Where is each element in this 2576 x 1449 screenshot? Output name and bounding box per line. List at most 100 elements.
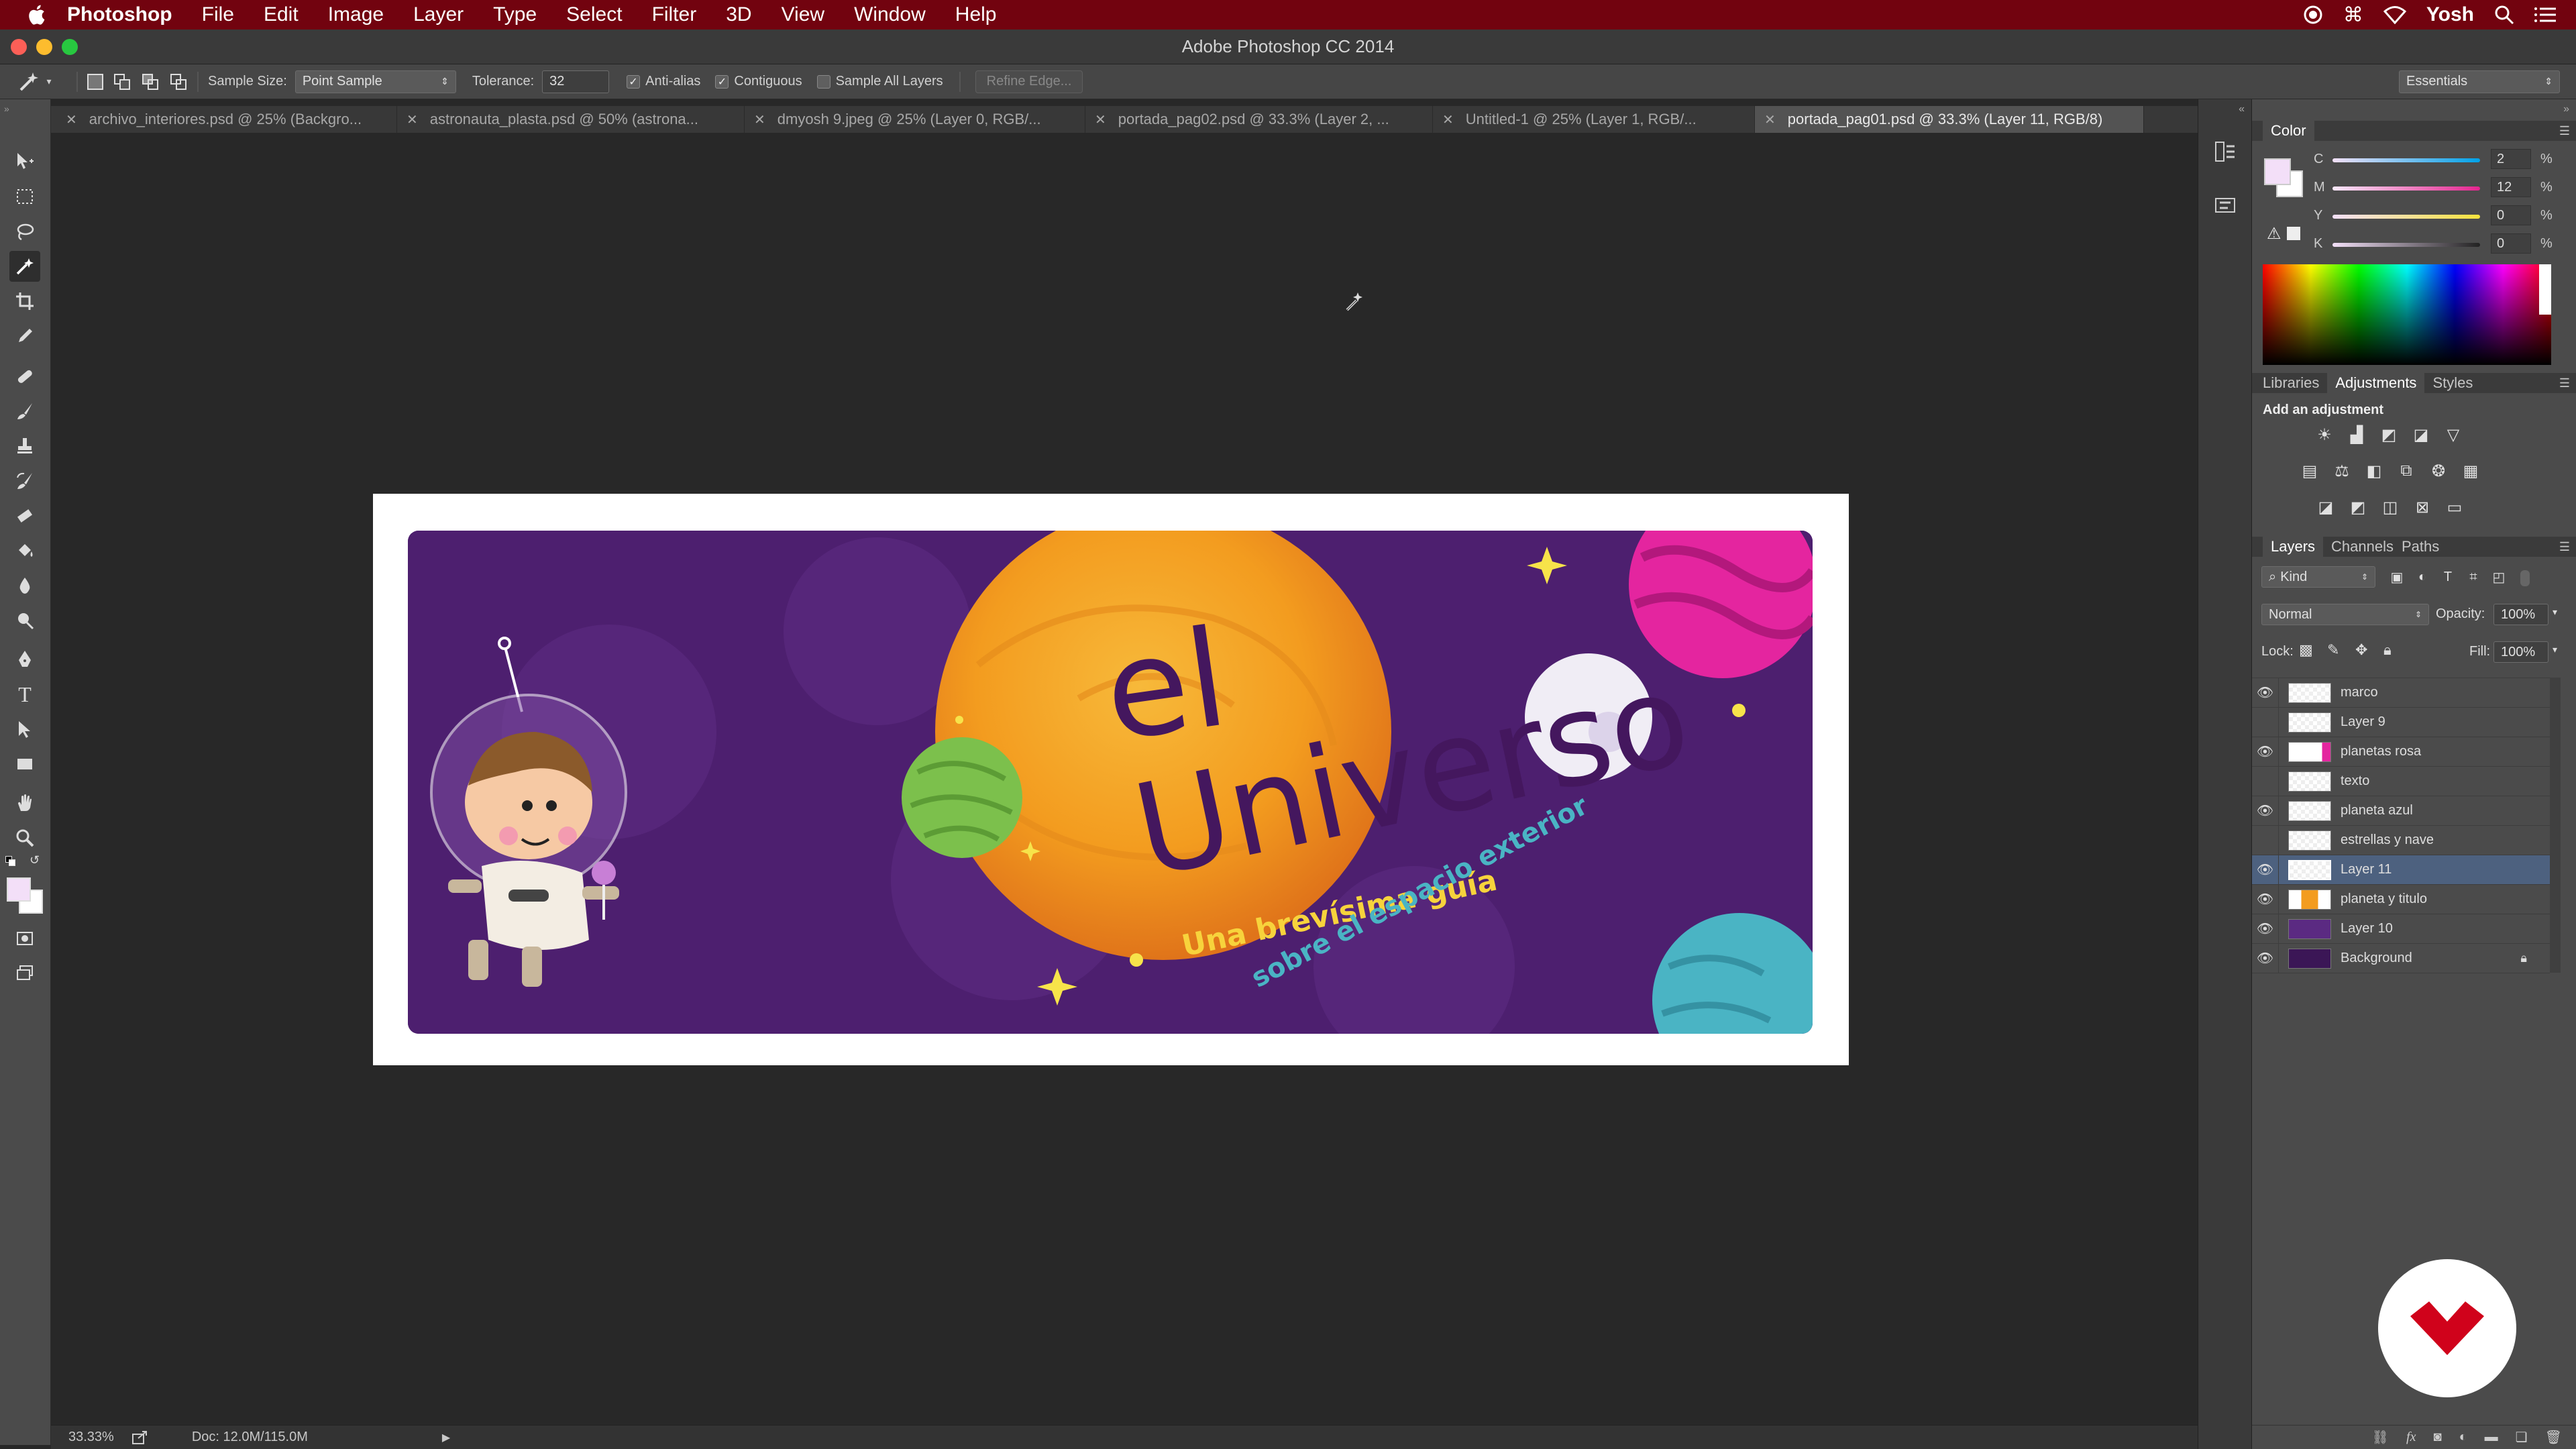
layer-name[interactable]: Background: [2341, 951, 2412, 966]
layer-name[interactable]: planetas rosa: [2341, 744, 2421, 759]
layer-name[interactable]: Layer 11: [2341, 862, 2392, 877]
menu-help[interactable]: Help: [941, 3, 1012, 26]
color-ramp[interactable]: [2263, 264, 2551, 365]
yellow-slider[interactable]: [2332, 215, 2480, 219]
close-tab-icon[interactable]: ✕: [407, 111, 418, 128]
color-lookup-icon[interactable]: ▦: [2460, 460, 2481, 482]
selective-color-icon[interactable]: ⊠: [2412, 496, 2433, 518]
pen-tool[interactable]: [9, 644, 40, 675]
layer-filter-select[interactable]: ⌕ Kind ⇕: [2261, 566, 2375, 588]
swap-colors-icon[interactable]: ↺: [30, 853, 40, 867]
minimize-window-button[interactable]: [36, 39, 52, 55]
layers-scrollbar[interactable]: [2550, 678, 2561, 973]
menu-type[interactable]: Type: [478, 3, 551, 26]
document-artboard[interactable]: el Universo Una brevísima guía sobre el …: [373, 494, 1849, 1065]
cyan-slider[interactable]: [2332, 158, 2480, 162]
new-selection-icon[interactable]: [87, 73, 103, 90]
close-tab-icon[interactable]: ✕: [754, 111, 765, 128]
lock-position-icon[interactable]: ✥: [2355, 641, 2367, 659]
close-tab-icon[interactable]: ✕: [66, 111, 77, 128]
rectangle-tool[interactable]: [9, 749, 40, 780]
layer-row[interactable]: texto: [2252, 766, 2550, 796]
tab-adjustments[interactable]: Adjustments: [2327, 373, 2425, 393]
yellow-value-input[interactable]: 0: [2491, 205, 2531, 225]
collapse-icon[interactable]: »: [4, 103, 47, 114]
menu-filter[interactable]: Filter: [637, 3, 712, 26]
refine-edge-button[interactable]: Refine Edge...: [975, 70, 1083, 93]
sample-all-layers-checkbox[interactable]: Sample All Layers: [816, 74, 943, 89]
foreground-color-swatch[interactable]: [7, 877, 31, 902]
curves-icon[interactable]: ◩: [2378, 424, 2400, 445]
white-swatch[interactable]: [2539, 264, 2551, 315]
healing-brush-tool[interactable]: [9, 361, 40, 392]
sample-size-select[interactable]: Point Sample ⇕: [294, 70, 456, 93]
paint-bucket-tool[interactable]: [9, 535, 40, 566]
tab-layers[interactable]: Layers: [2263, 537, 2324, 557]
magenta-slider[interactable]: [2332, 186, 2480, 191]
trash-icon[interactable]: 🗑︎: [2545, 1429, 2562, 1446]
tab-document[interactable]: ✕ portada_pag02.psd @ 33.3% (Layer 2, ...: [1085, 106, 1433, 133]
menu-window[interactable]: Window: [839, 3, 941, 26]
tool-preset-picker[interactable]: ▾: [0, 70, 67, 94]
eye-icon[interactable]: 👁︎: [2252, 914, 2279, 944]
lock-all-icon[interactable]: 🔒︎: [2383, 641, 2392, 659]
black-value-input[interactable]: 0: [2491, 233, 2531, 254]
opacity-input[interactable]: 100%: [2493, 604, 2548, 625]
gradient-map-icon[interactable]: ▭: [2444, 496, 2465, 518]
lasso-tool[interactable]: [9, 216, 40, 247]
add-mask-icon[interactable]: ◙: [2433, 1430, 2441, 1445]
antialias-checkbox[interactable]: ✓ Anti-alias: [627, 74, 700, 89]
layer-name[interactable]: Layer 10: [2341, 921, 2393, 936]
layer-name[interactable]: marco: [2341, 685, 2378, 700]
menu-view[interactable]: View: [767, 3, 839, 26]
eye-icon[interactable]: 👁︎: [2252, 943, 2279, 973]
move-tool[interactable]: [9, 146, 40, 177]
layer-row[interactable]: 👁︎ Background 🔒︎: [2252, 943, 2550, 973]
eye-icon[interactable]: 👁︎: [2252, 884, 2279, 914]
eyedropper-tool[interactable]: [9, 321, 40, 352]
history-panel-icon[interactable]: [2213, 140, 2237, 164]
smart-object-filter-icon[interactable]: ◰: [2488, 566, 2510, 588]
posterize-icon[interactable]: ◩: [2347, 496, 2369, 518]
eye-icon[interactable]: 👁︎: [2252, 855, 2279, 885]
menu-app[interactable]: Photoshop: [52, 3, 187, 26]
layer-name[interactable]: Layer 9: [2341, 714, 2385, 730]
black-white-icon[interactable]: ◧: [2363, 460, 2385, 482]
adjustment-layer-filter-icon[interactable]: ◐: [2412, 566, 2433, 588]
exposure-icon[interactable]: ◪: [2410, 424, 2432, 445]
share-icon[interactable]: [131, 1430, 149, 1445]
menu-3d[interactable]: 3D: [711, 3, 766, 26]
tab-document[interactable]: ✕ astronauta_plasta.psd @ 50% (astrona...: [397, 106, 745, 133]
close-window-button[interactable]: [11, 39, 27, 55]
zoom-window-button[interactable]: [62, 39, 78, 55]
hue-saturation-icon[interactable]: ▤: [2299, 460, 2320, 482]
add-to-selection-icon[interactable]: [114, 73, 131, 90]
layer-row[interactable]: Layer 9: [2252, 707, 2550, 737]
path-selection-tool[interactable]: [9, 714, 40, 745]
contiguous-checkbox[interactable]: ✓ Contiguous: [715, 74, 802, 89]
layer-name[interactable]: planeta y titulo: [2341, 892, 2427, 907]
magic-wand-tool[interactable]: [9, 251, 40, 282]
layer-row-selected[interactable]: 👁︎ Layer 11: [2252, 855, 2550, 885]
link-layers-icon[interactable]: ⛓︎: [2372, 1429, 2389, 1446]
user-name[interactable]: Yosh: [2426, 3, 2474, 26]
default-colors-icon[interactable]: ↺: [5, 853, 46, 871]
out-of-gamut-warning-icon[interactable]: ⚠: [2267, 224, 2282, 244]
marquee-tool[interactable]: [9, 181, 40, 212]
fill-input[interactable]: 100%: [2493, 641, 2548, 663]
new-layer-icon[interactable]: ❏: [2516, 1429, 2528, 1446]
blend-mode-select[interactable]: Normal ⇕: [2261, 604, 2429, 625]
tab-color[interactable]: Color: [2263, 121, 2314, 141]
properties-panel-icon[interactable]: [2213, 193, 2237, 217]
layer-name[interactable]: estrellas y nave: [2341, 833, 2434, 848]
threshold-icon[interactable]: ◫: [2379, 496, 2401, 518]
tab-channels[interactable]: Channels: [2331, 538, 2394, 555]
dodge-tool[interactable]: [9, 605, 40, 636]
layer-row[interactable]: 👁︎ planeta azul: [2252, 796, 2550, 826]
layer-row[interactable]: 👁︎ marco: [2252, 678, 2550, 708]
menu-select[interactable]: Select: [551, 3, 637, 26]
subtract-from-selection-icon[interactable]: [142, 73, 160, 90]
menu-layer[interactable]: Layer: [398, 3, 478, 26]
pixel-layer-filter-icon[interactable]: ▣: [2386, 566, 2408, 588]
type-layer-filter-icon[interactable]: T: [2437, 566, 2459, 588]
